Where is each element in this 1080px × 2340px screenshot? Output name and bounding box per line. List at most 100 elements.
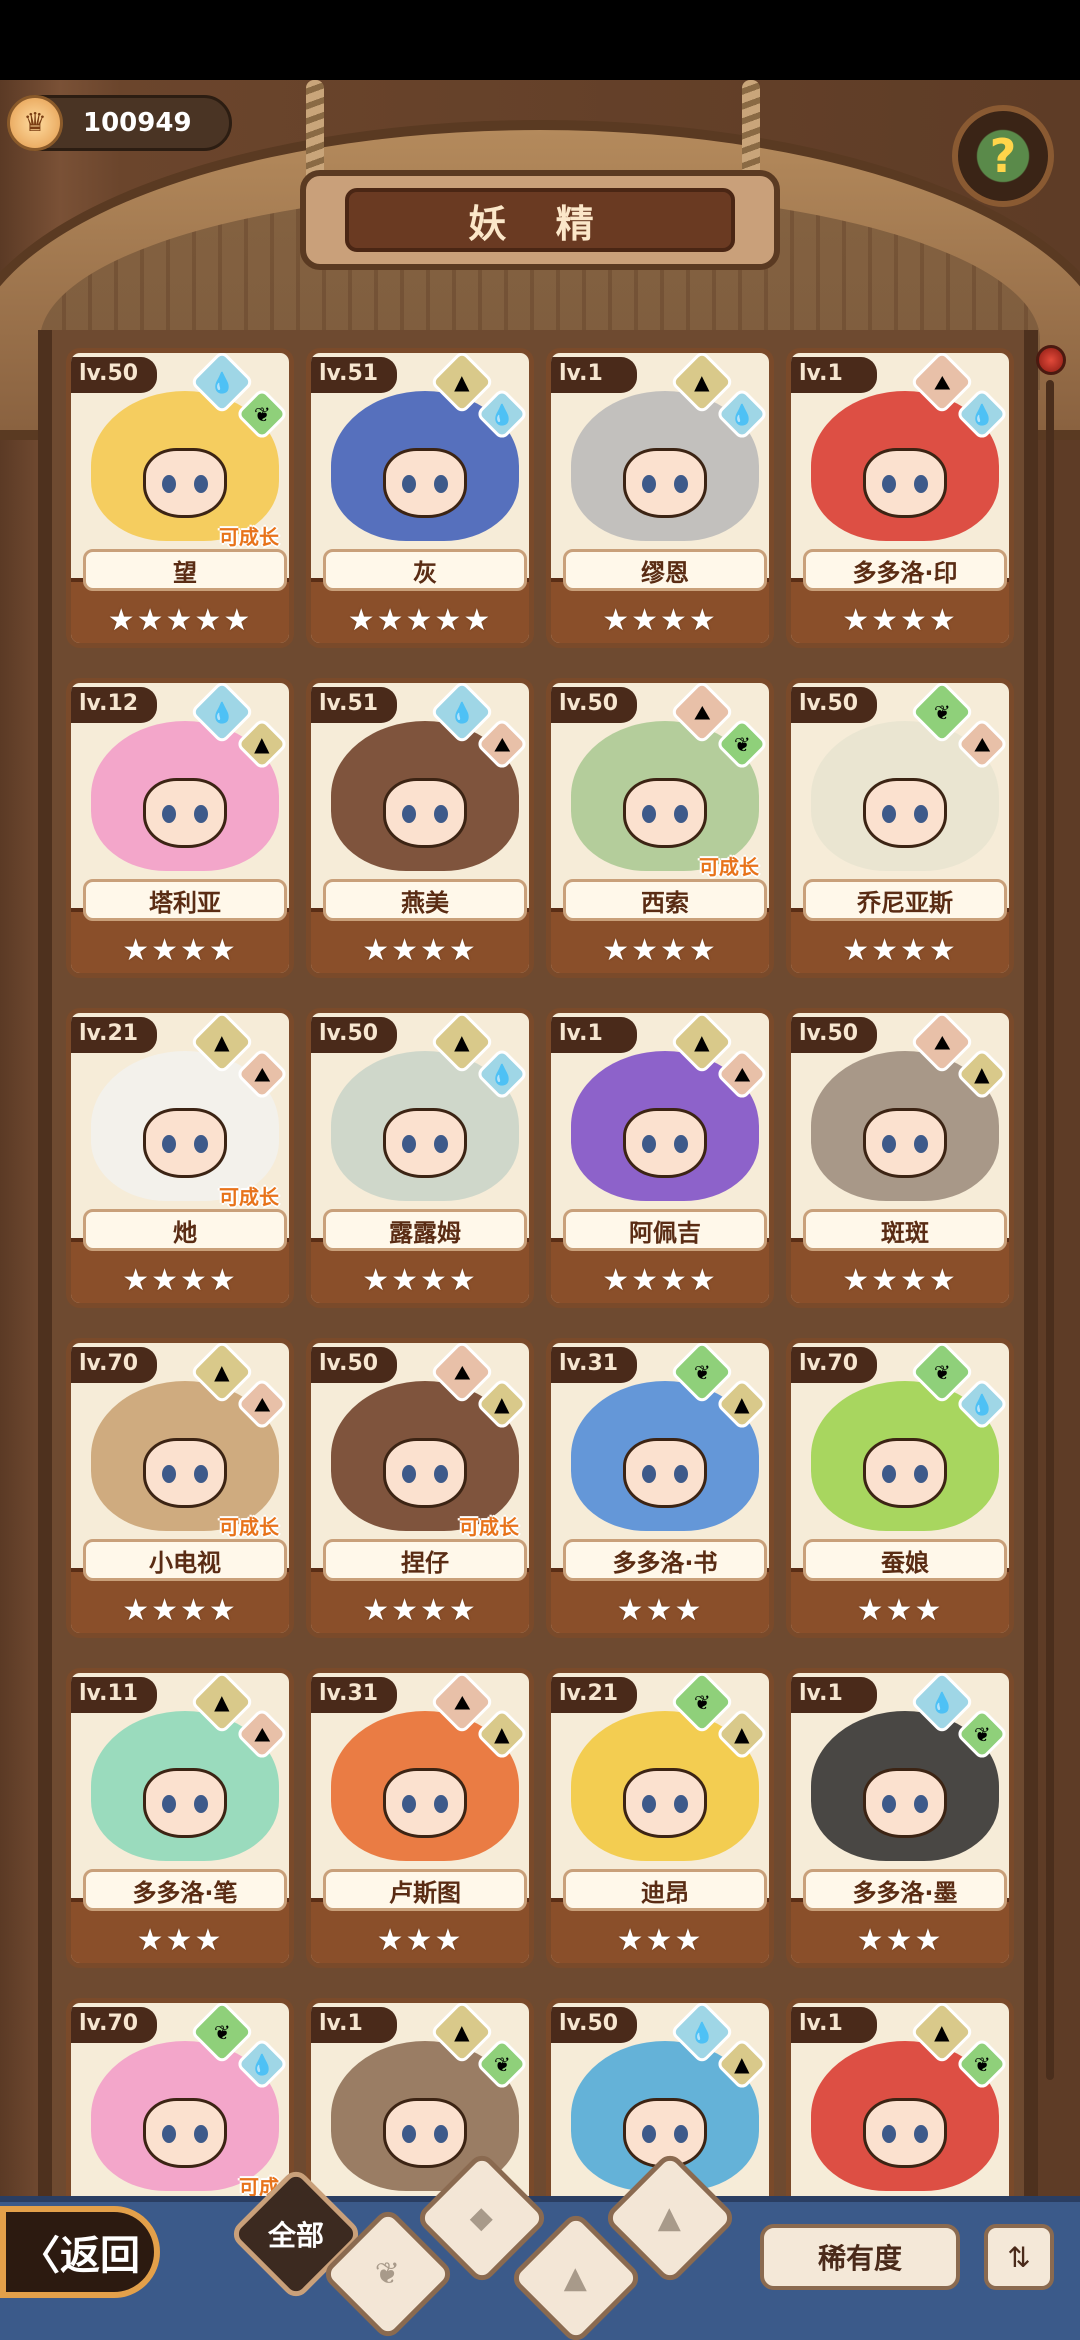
fairy-name: 多多洛·笔 [83, 1869, 287, 1911]
fairy-card[interactable]: lv.50 💧 ❦ 可成长望 ★★★★★ [66, 348, 294, 648]
star-rating: ★★★★ [71, 1261, 289, 1299]
level-tag: lv.1 [791, 357, 877, 393]
star-rating: ★★★★ [791, 601, 1009, 639]
fairy-card[interactable]: lv.12 💧 ▲ 塔利亚 ★★★★ [66, 678, 294, 978]
star-rating: ★★★ [551, 1921, 769, 1959]
question-sprout-icon: ? [989, 129, 1017, 183]
currency-counter: ♛ 100949 [7, 95, 232, 151]
star-rating: ★★★ [791, 1921, 1009, 1959]
star-rating: ★★★ [551, 1591, 769, 1629]
scrollbar[interactable] [1046, 380, 1054, 2080]
level-tag: lv.50 [551, 2007, 637, 2043]
help-button[interactable]: ? [952, 105, 1054, 207]
back-button[interactable]: 〈返回 [0, 2206, 160, 2298]
fairy-card[interactable]: lv.50 ⛰ ▲ 可成长 捏仔 ★★★★ [306, 1338, 534, 1638]
sort-order-button[interactable]: ⇅ [984, 2224, 1054, 2290]
plant-filter-icon: ❦ [375, 2256, 401, 2292]
star-rating: ★★★★ [71, 931, 289, 969]
level-tag: lv.12 [71, 687, 157, 723]
fairy-card[interactable]: lv.21 ▲ ⛰ 可成长灺 ★★★★ [66, 1008, 294, 1308]
title-sign: 妖 精 [300, 170, 780, 270]
star-rating: ★★★★ [551, 1261, 769, 1299]
fairy-name: 乔尼亚斯 [803, 879, 1007, 921]
star-rating: ★★★★ [311, 931, 529, 969]
star-icons: ★★★★ [602, 602, 718, 638]
fairy-face [143, 1438, 227, 1508]
scroll-knob[interactable] [1036, 345, 1066, 375]
fairy-face [383, 1768, 467, 1838]
fairy-card[interactable]: lv.51 ▲ 💧 灰 ★★★★★ [306, 348, 534, 648]
fairy-card[interactable]: lv.31 ⛰ ▲ 卢斯图 ★★★ [306, 1668, 534, 1968]
star-icons: ★★★★ [842, 602, 958, 638]
fairy-face [143, 2098, 227, 2168]
star-icons: ★★★ [856, 1922, 944, 1958]
star-rating: ★★★★ [311, 1591, 529, 1629]
fairy-name: 露露姆 [323, 1209, 527, 1251]
star-icons: ★★★ [616, 1592, 704, 1628]
fairy-name: 多多洛·书 [563, 1539, 767, 1581]
sort-rarity-button[interactable]: 稀有度 [760, 2224, 960, 2290]
fairy-card[interactable]: lv.70 ❦ 💧 蚕娘 ★★★ [786, 1338, 1014, 1638]
growable-tag: 可成长 [219, 1515, 279, 1539]
star-icons: ★★★★ [122, 1262, 238, 1298]
fairy-card[interactable]: lv.50 ▲ 💧 露露姆 ★★★★ [306, 1008, 534, 1308]
growable-tag: 可成长 [459, 1515, 519, 1539]
level-tag: lv.50 [791, 687, 877, 723]
level-tag: lv.1 [551, 357, 637, 393]
fairy-card[interactable]: lv.1 💧 ❦ 多多洛·墨 ★★★ [786, 1668, 1014, 1968]
fairy-face [623, 1438, 707, 1508]
fairy-name: 小电视 [83, 1539, 287, 1581]
fairy-face [143, 778, 227, 848]
fairy-card[interactable]: lv.1 ⛰ 💧 多多洛·印 ★★★★ [786, 348, 1014, 648]
fairy-face [383, 448, 467, 518]
star-rating: ★★★ [311, 1921, 529, 1959]
star-icons: ★★★★ [842, 1262, 958, 1298]
mountain-filter-icon: ▲ [564, 2260, 588, 2296]
status-bar [0, 0, 1080, 80]
fairy-card[interactable]: lv.21 ❦ ▲ 迪昂 ★★★ [546, 1668, 774, 1968]
star-icons: ★★★★★ [347, 602, 493, 638]
star-icons: ★★★★★ [107, 602, 253, 638]
fairy-face [863, 2098, 947, 2168]
page-title: 妖 精 [468, 201, 612, 246]
fairy-face [863, 778, 947, 848]
star-icons: ★★★★ [362, 1262, 478, 1298]
fairy-face [143, 1768, 227, 1838]
star-rating: ★★★★★ [71, 601, 289, 639]
level-tag: lv.50 [311, 1347, 397, 1383]
star-icons: ★★★★ [602, 1262, 718, 1298]
star-icons: ★★★ [376, 1922, 464, 1958]
level-tag: lv.50 [311, 1017, 397, 1053]
fairy-name: 灰 [323, 549, 527, 591]
fairy-card[interactable]: lv.1 ▲ 💧 缪恩 ★★★★ [546, 348, 774, 648]
level-tag: lv.31 [551, 1347, 637, 1383]
star-icons: ★★★★ [602, 932, 718, 968]
star-icons: ★★★ [856, 1592, 944, 1628]
fairy-face [383, 778, 467, 848]
star-icons: ★★★★ [842, 932, 958, 968]
fairy-face [863, 448, 947, 518]
star-rating: ★★★★ [551, 931, 769, 969]
fairy-face [623, 1768, 707, 1838]
fairy-card[interactable]: lv.70 ▲ ⛰ 可成长 小电视 ★★★★ [66, 1338, 294, 1638]
star-rating: ★★★★ [551, 601, 769, 639]
fairy-face [143, 448, 227, 518]
fairy-card[interactable]: lv.50 ⛰ ▲ 斑斑 ★★★★ [786, 1008, 1014, 1308]
star-icons: ★★★★ [122, 1592, 238, 1628]
fairy-name: 缪恩 [563, 549, 767, 591]
level-tag: lv.1 [791, 2007, 877, 2043]
fairy-card[interactable]: lv.51 💧 ⛰ 燕美 ★★★★ [306, 678, 534, 978]
level-tag: lv.31 [311, 1677, 397, 1713]
fairy-name: 迪昂 [563, 1869, 767, 1911]
filter-all-label: 全部 [267, 2218, 325, 2252]
level-tag: lv.70 [71, 1347, 157, 1383]
fairy-face [383, 1108, 467, 1178]
star-icons: ★★★ [616, 1922, 704, 1958]
fairy-name: 阿佩吉 [563, 1209, 767, 1251]
fairy-card[interactable]: lv.50 ❦ ⛰ 乔尼亚斯 ★★★★ [786, 678, 1014, 978]
fairy-card[interactable]: lv.11 ▲ ⛰ 多多洛·笔 ★★★ [66, 1668, 294, 1968]
fairy-card[interactable]: lv.50 ⛰ ❦ 可成长 西索 ★★★★ [546, 678, 774, 978]
fairy-card[interactable]: lv.31 ❦ ▲ 多多洛·书 ★★★ [546, 1338, 774, 1638]
fairy-card[interactable]: lv.1 ▲ ⛰ 阿佩吉 ★★★★ [546, 1008, 774, 1308]
fairy-face [383, 1438, 467, 1508]
